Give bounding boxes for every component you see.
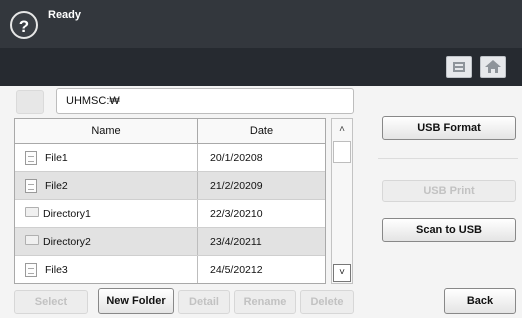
toolbar (0, 48, 522, 86)
table-row[interactable]: Directory2 23/4/20211 (15, 228, 325, 256)
folder-icon (25, 206, 39, 217)
file-icon (25, 150, 37, 165)
row-date: 20/1/20208 (210, 152, 263, 164)
file-icon (25, 262, 37, 277)
usb-format-button[interactable]: USB Format (382, 116, 516, 140)
rename-button[interactable]: Rename (234, 290, 296, 314)
row-date: 22/3/20210 (210, 208, 263, 220)
name-cell: File1 (15, 144, 198, 171)
row-date: 24/5/20212 (210, 264, 263, 276)
name-cell: File2 (15, 172, 198, 199)
row-name: Directory1 (43, 207, 91, 220)
table-row[interactable]: File1 20/1/20208 (15, 144, 325, 172)
folder-icon (25, 234, 39, 245)
detail-button[interactable]: Detail (178, 290, 230, 314)
settings-icon[interactable] (446, 56, 472, 78)
table-row[interactable]: Directory1 22/3/20210 (15, 200, 325, 228)
table-body: File1 20/1/20208 File2 21/2/20209 Direct… (15, 144, 325, 283)
name-cell: Directory1 (15, 200, 198, 227)
divider (378, 158, 518, 159)
row-date: 21/2/20209 (210, 180, 263, 192)
back-button[interactable]: Back (444, 288, 516, 314)
scan-to-usb-button[interactable]: Scan to USB (382, 218, 516, 242)
folder-up-icon[interactable] (16, 90, 44, 114)
scrollbar[interactable]: ˄ ˅ (331, 118, 353, 284)
status-bar: ? Ready (0, 0, 522, 48)
usb-print-button[interactable]: USB Print (382, 180, 516, 202)
path-field[interactable]: UHMSC:₩ (56, 88, 354, 114)
home-icon[interactable] (480, 56, 506, 78)
file-icon (25, 178, 37, 193)
column-header-name[interactable]: Name (15, 119, 198, 143)
scroll-thumb[interactable] (333, 141, 351, 163)
select-button[interactable]: Select (14, 290, 88, 314)
settings-icon-graphic (453, 62, 465, 72)
row-name: File1 (45, 151, 68, 164)
file-table: Name Date File1 20/1/20208 File2 21/2/20… (14, 118, 326, 284)
status-text: Ready (48, 9, 82, 21)
scroll-down-icon[interactable]: ˅ (333, 264, 351, 282)
column-header-date[interactable]: Date (198, 119, 325, 143)
row-name: Directory2 (43, 235, 91, 248)
scroll-up-icon[interactable]: ˄ (333, 121, 351, 139)
table-row[interactable]: File2 21/2/20209 (15, 172, 325, 200)
row-date: 23/4/20211 (210, 236, 262, 248)
row-name: File3 (45, 263, 68, 276)
table-row[interactable]: File3 24/5/20212 (15, 256, 325, 283)
new-folder-button[interactable]: New Folder (98, 288, 174, 314)
row-name: File2 (45, 179, 68, 192)
name-cell: Directory2 (15, 228, 198, 255)
name-cell: File3 (15, 256, 198, 283)
delete-button[interactable]: Delete (300, 290, 354, 314)
home-icon-graphic (485, 60, 501, 73)
table-header: Name Date (15, 119, 325, 144)
help-icon[interactable]: ? (10, 11, 38, 39)
